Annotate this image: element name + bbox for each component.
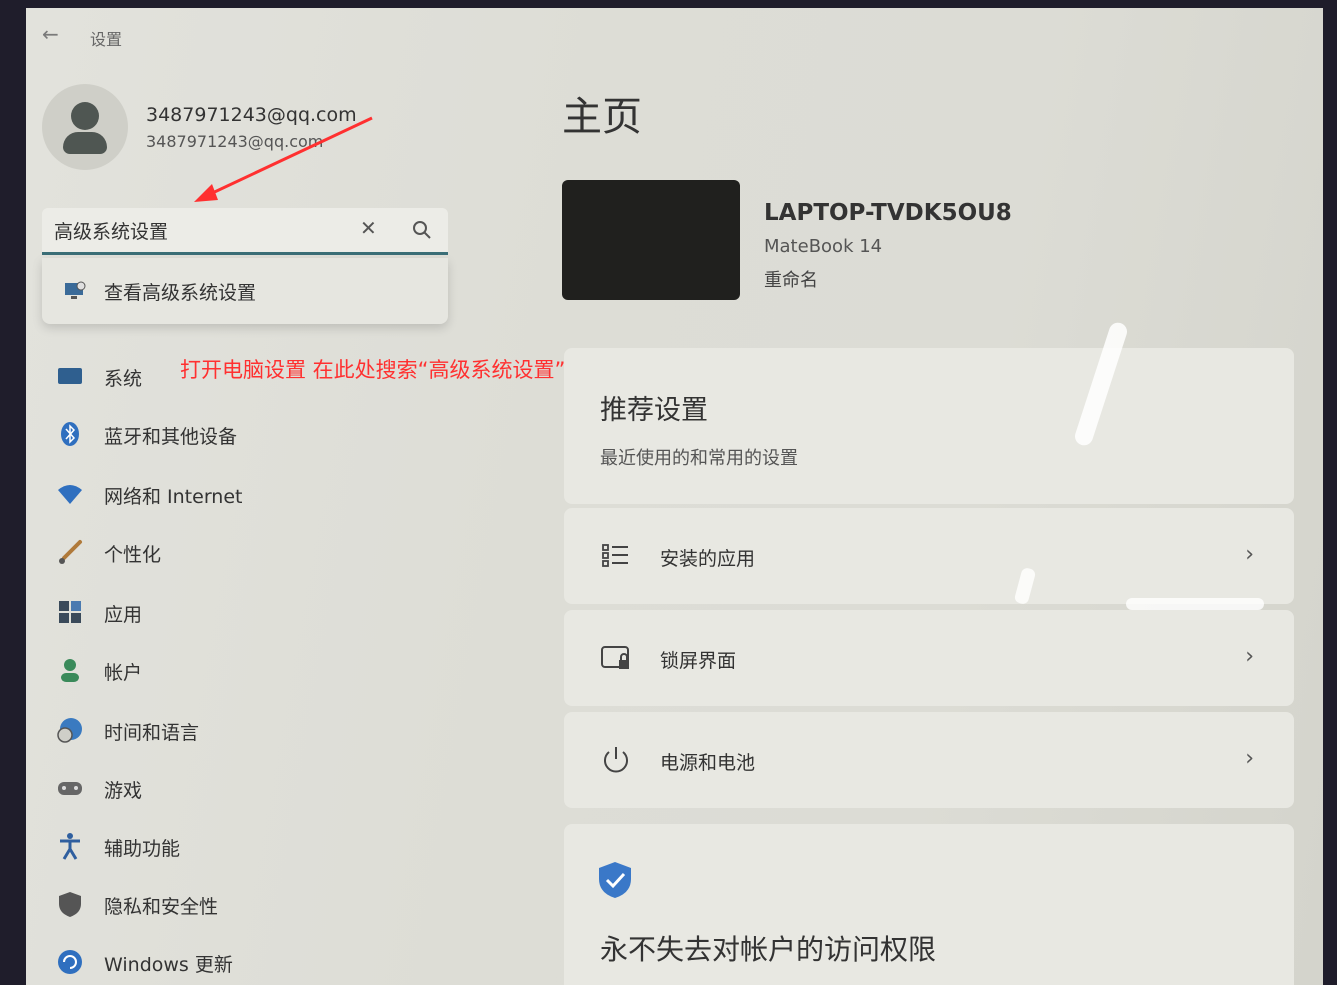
section-subtitle: 最近使用的和常用的设置 — [600, 448, 798, 469]
sidebar-item-network[interactable]: 网络和 Internet — [48, 474, 468, 514]
suggestion-label: 查看高级系统设置 — [104, 282, 257, 304]
accessibility-icon — [60, 833, 80, 860]
sidebar-item-label: 游戏 — [104, 780, 143, 802]
screen-glare — [1126, 598, 1264, 610]
device-name: LAPTOP-TVDK5OU8 — [764, 200, 1012, 226]
chevron-right-icon: › — [1245, 542, 1254, 567]
chevron-right-icon: › — [1245, 644, 1254, 669]
gamepad-icon — [58, 782, 82, 795]
chevron-right-icon: › — [1245, 746, 1254, 771]
settings-window: ← 设置 3487971243@qq.com 3487971243@qq.com… — [26, 8, 1323, 985]
row-label: 电源和电池 — [660, 752, 756, 774]
row-label: 锁屏界面 — [660, 650, 737, 672]
sidebar-item-label: 网络和 Internet — [104, 486, 243, 508]
shield-icon — [59, 892, 81, 917]
lock-screen-icon — [601, 646, 629, 669]
update-icon — [58, 950, 82, 974]
sidebar-item-label: 帐户 — [104, 662, 143, 684]
sidebar-item-personalization[interactable]: 个性化 — [48, 532, 468, 572]
annotation-arrow — [194, 116, 373, 202]
section-title: 推荐设置 — [600, 395, 708, 426]
sidebar-item-gaming[interactable]: 游戏 — [48, 768, 468, 808]
bluetooth-icon — [61, 422, 79, 446]
sidebar-item-label: 辅助功能 — [104, 838, 181, 860]
sidebar-item-label: Windows 更新 — [104, 954, 233, 976]
row-power-battery[interactable]: 电源和电池 › — [564, 712, 1294, 808]
row-lock-screen[interactable]: 锁屏界面 › — [564, 610, 1294, 706]
sidebar-item-privacy[interactable]: 隐私和安全性 — [48, 884, 468, 924]
page-title: 主页 — [562, 94, 642, 140]
globe-clock-icon — [57, 718, 82, 743]
rename-link[interactable]: 重命名 — [764, 266, 818, 292]
list-icon — [602, 544, 628, 567]
sidebar-item-label: 系统 — [104, 368, 143, 390]
sidebar-item-time-language[interactable]: 时间和语言 — [48, 710, 468, 750]
sidebar-item-label: 应用 — [104, 604, 143, 626]
device-model: MateBook 14 — [764, 236, 883, 257]
monitor-icon — [65, 281, 86, 299]
row-label: 安装的应用 — [660, 548, 756, 570]
sidebar-item-bluetooth[interactable]: 蓝牙和其他设备 — [48, 414, 468, 454]
sidebar-item-accounts[interactable]: 帐户 — [48, 650, 468, 690]
account-access-card: 永不失去对帐户的访问权限 — [564, 824, 1294, 985]
sidebar-item-label: 时间和语言 — [104, 722, 200, 744]
sidebar-item-apps[interactable]: 应用 — [48, 592, 468, 632]
row-installed-apps[interactable]: 安装的应用 › — [564, 508, 1294, 604]
sidebar-item-label: 隐私和安全性 — [104, 896, 219, 918]
brush-icon — [59, 540, 82, 564]
card-title: 永不失去对帐户的访问权限 — [600, 933, 937, 966]
power-icon — [604, 747, 628, 773]
sidebar-item-accessibility[interactable]: 辅助功能 — [48, 826, 468, 866]
sidebar-item-windows-update[interactable]: Windows 更新 — [48, 942, 468, 982]
sidebar-item-system[interactable]: 系统 — [48, 356, 468, 396]
apps-icon — [59, 601, 81, 623]
display-icon — [58, 368, 82, 384]
sidebar-item-label: 蓝牙和其他设备 — [104, 426, 238, 448]
search-suggestion[interactable]: 查看高级系统设置 — [42, 258, 448, 324]
device-image — [562, 180, 740, 300]
shield-check-icon — [599, 862, 631, 898]
person-icon — [61, 659, 79, 682]
recommended-settings-card: 推荐设置 最近使用的和常用的设置 — [564, 348, 1294, 504]
sidebar-item-label: 个性化 — [104, 544, 162, 566]
wifi-icon — [58, 485, 82, 504]
